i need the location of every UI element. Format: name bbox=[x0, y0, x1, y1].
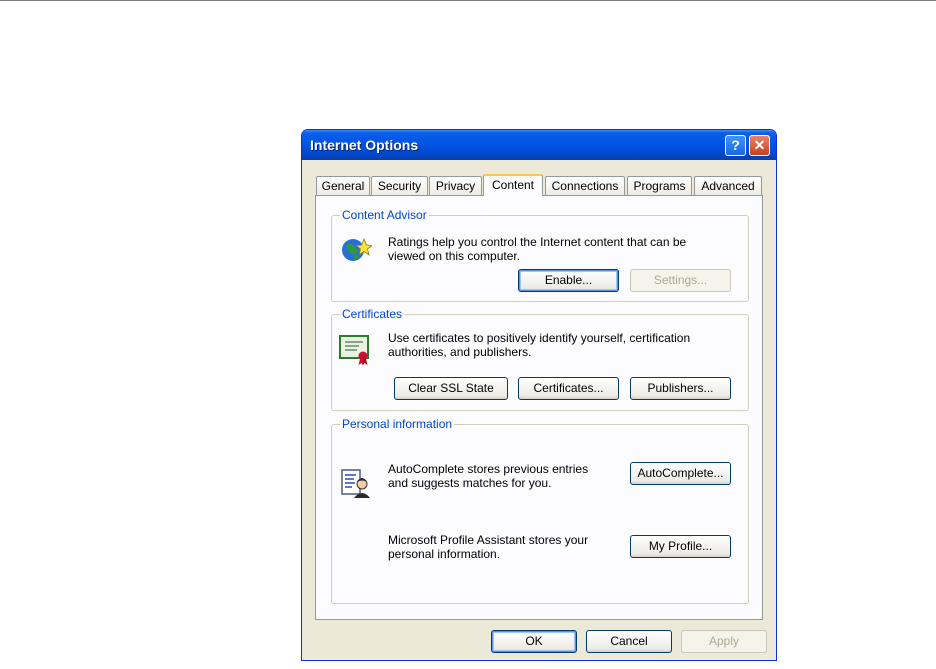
enable-button[interactable]: Enable... bbox=[518, 269, 619, 292]
help-button[interactable]: ? bbox=[725, 135, 746, 156]
settings-button[interactable]: Settings... bbox=[630, 269, 731, 292]
certificates-text-2: authorities, and publishers. bbox=[388, 345, 532, 359]
tab-advanced[interactable]: Advanced bbox=[694, 176, 762, 195]
internet-options-dialog: Internet Options ? ✕ General Security Pr… bbox=[301, 129, 777, 661]
clear-ssl-state-button[interactable]: Clear SSL State bbox=[394, 377, 508, 400]
title-bar[interactable]: Internet Options ? ✕ bbox=[302, 130, 776, 160]
certificate-icon bbox=[339, 335, 369, 366]
profile-text-2: personal information. bbox=[388, 547, 501, 561]
apply-button[interactable]: Apply bbox=[681, 630, 767, 653]
tab-privacy[interactable]: Privacy bbox=[429, 176, 482, 195]
tab-content[interactable]: Content bbox=[483, 174, 543, 196]
cancel-button[interactable]: Cancel bbox=[586, 630, 672, 653]
content-advisor-group: Content Advisor Ratings help you control… bbox=[331, 208, 749, 302]
personal-information-legend: Personal information bbox=[340, 417, 455, 431]
content-advisor-text-2: viewed on this computer. bbox=[388, 249, 521, 263]
profile-text-1: Microsoft Profile Assistant stores your bbox=[388, 533, 589, 547]
certificates-button[interactable]: Certificates... bbox=[518, 377, 619, 400]
tab-connections[interactable]: Connections bbox=[545, 176, 625, 195]
window-title: Internet Options bbox=[310, 137, 419, 153]
tab-general[interactable]: General bbox=[316, 176, 370, 195]
content-advisor-text-1: Ratings help you control the Internet co… bbox=[388, 235, 687, 249]
autocomplete-button[interactable]: AutoComplete... bbox=[630, 462, 731, 485]
profile-card-icon bbox=[341, 469, 370, 498]
personal-information-group: Personal information AutoComplete stores… bbox=[331, 417, 749, 604]
close-button[interactable]: ✕ bbox=[749, 135, 770, 156]
certificates-group: Certificates Use certificates to positiv… bbox=[331, 307, 749, 411]
autocomplete-text-2: and suggests matches for you. bbox=[388, 476, 552, 490]
tab-security[interactable]: Security bbox=[371, 176, 428, 195]
publishers-button[interactable]: Publishers... bbox=[630, 377, 731, 400]
certificates-legend: Certificates bbox=[340, 307, 405, 321]
content-tab-panel: Content Advisor Ratings help you control… bbox=[315, 195, 763, 620]
autocomplete-text-1: AutoComplete stores previous entries bbox=[388, 462, 589, 476]
content-advisor-legend: Content Advisor bbox=[340, 208, 429, 222]
ok-button[interactable]: OK bbox=[491, 630, 577, 653]
my-profile-button[interactable]: My Profile... bbox=[630, 535, 731, 558]
tab-programs[interactable]: Programs bbox=[627, 176, 692, 195]
certificates-text-1: Use certificates to positively identify … bbox=[388, 331, 691, 345]
globe-star-icon bbox=[342, 237, 372, 261]
top-rule bbox=[0, 0, 936, 1]
